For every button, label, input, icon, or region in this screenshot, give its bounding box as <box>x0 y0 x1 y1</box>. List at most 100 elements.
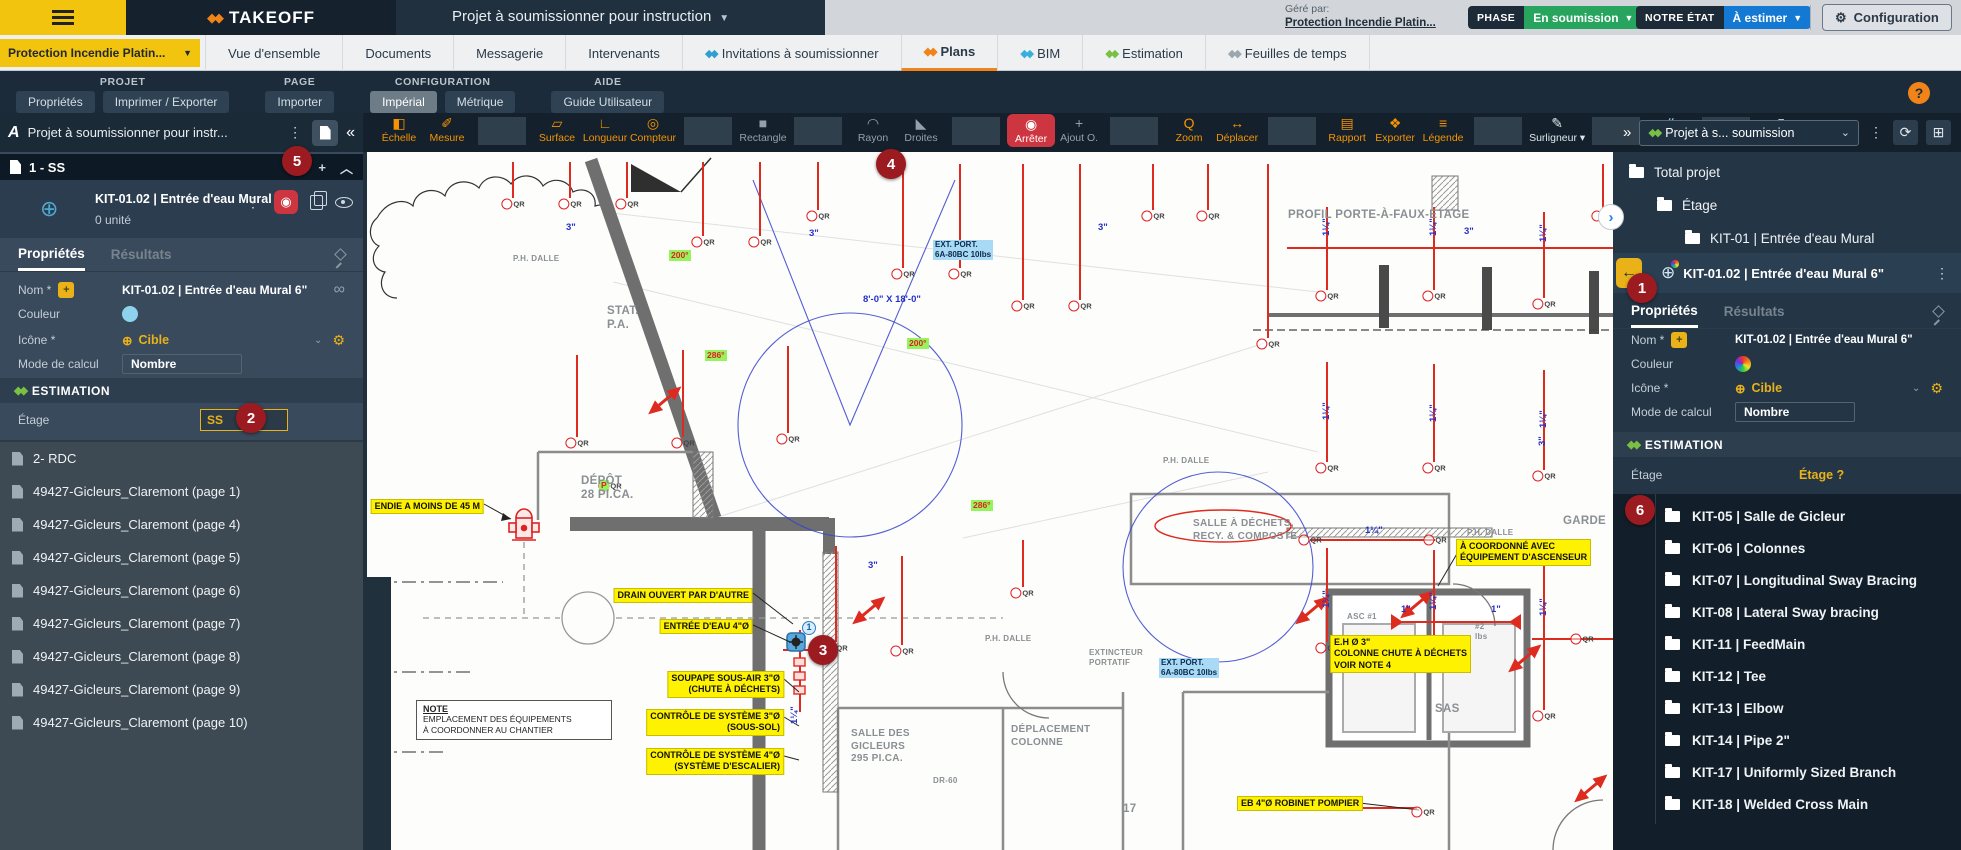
sprinkler-marker[interactable]: QR <box>1196 211 1219 222</box>
sprinkler-marker[interactable]: QR <box>1011 301 1034 312</box>
page-list-item[interactable]: 49427-Gicleurs_Claremont (page 5) <box>0 541 363 574</box>
sprinkler-marker[interactable]: QR <box>565 438 588 449</box>
sprinkler-marker[interactable]: QR <box>748 237 771 248</box>
mode-value[interactable]: Nombre <box>1735 402 1855 422</box>
tree-item[interactable]: Étage <box>1613 189 1961 222</box>
sprinkler-marker[interactable]: QR <box>1010 588 1033 599</box>
pin-icon[interactable] <box>334 248 347 261</box>
sprinkler-marker[interactable]: QR <box>501 199 524 210</box>
sprinkler-marker[interactable]: QR <box>1256 339 1279 350</box>
sprinkler-marker[interactable]: QR <box>1532 299 1555 310</box>
stop-measure-button[interactable]: ◉ <box>274 190 298 214</box>
kit-list-item[interactable]: KIT-17 | Uniformly Sized Branch <box>1613 756 1961 788</box>
sprinkler-marker[interactable]: QR <box>1422 291 1445 302</box>
eye-icon[interactable] <box>335 197 353 208</box>
kebab-menu-icon[interactable]: ⋮ <box>1933 265 1951 282</box>
page-list-item[interactable]: 49427-Gicleurs_Claremont (page 7) <box>0 607 363 640</box>
metrique-button[interactable]: Métrique <box>445 91 516 113</box>
configuration-button[interactable]: ⚙Configuration <box>1822 4 1952 31</box>
add-folder-button[interactable]: ⊞ <box>1926 120 1951 145</box>
project-title-dropdown[interactable]: Projet à soumissionner pour instruction▼ <box>452 8 729 25</box>
tree-item[interactable]: Total projet <box>1613 156 1961 189</box>
link-icon[interactable]: ∞ <box>334 281 345 299</box>
page-properties-button[interactable] <box>312 120 338 146</box>
takeoff-item-card[interactable]: ⊕ KIT-01.02 | Entrée d'eau Mural 6" 0 un… <box>0 180 363 238</box>
selected-takeoff-item[interactable]: ⊕ KIT-01.02 | Entrée d'eau Mural 6" ⋮ <box>1613 253 1961 293</box>
kit-list-item[interactable]: KIT-12 | Tee <box>1613 660 1961 692</box>
plan-canvas[interactable]: ENDIE A MOINS DE 45 MDRAIN OUVERT PAR D'… <box>363 152 1613 850</box>
mode-value[interactable]: Nombre <box>122 354 242 374</box>
sprinkler-marker[interactable]: QR <box>948 269 971 280</box>
managed-by-link[interactable]: Protection Incendie Platin... <box>1285 16 1436 30</box>
tab-resultats[interactable]: Résultats <box>1724 295 1785 328</box>
chevron-down-icon[interactable]: ⌄ <box>314 335 322 346</box>
kit-list-item[interactable]: KIT-06 | Colonnes <box>1613 532 1961 564</box>
color-swatch[interactable] <box>1735 356 1751 372</box>
collapse-panel-icon[interactable]: « <box>346 124 355 142</box>
sticky-note-icon[interactable]: + <box>1671 332 1687 348</box>
sprinkler-marker[interactable]: QR <box>1570 634 1593 645</box>
add-icon[interactable]: + <box>318 160 326 175</box>
sprinkler-marker[interactable]: QR <box>1423 535 1446 546</box>
color-swatch[interactable] <box>122 306 138 322</box>
tab-resultats[interactable]: Résultats <box>111 238 172 271</box>
sticky-note-icon[interactable]: + <box>58 282 74 298</box>
kit-list-item[interactable]: KIT-13 | Elbow <box>1613 692 1961 724</box>
sprinkler-marker[interactable]: QR <box>891 269 914 280</box>
tree-item[interactable]: KIT-01 | Entrée d'eau Mural <box>1613 222 1961 255</box>
gear-icon[interactable]: ⚙ <box>1930 380 1943 397</box>
sprinkler-marker[interactable]: QR <box>1315 463 1338 474</box>
kit-list-item[interactable]: KIT-18 | Welded Cross Main <box>1613 788 1961 820</box>
sprinkler-marker[interactable]: QR <box>890 646 913 657</box>
kebab-menu-icon[interactable]: ⋮ <box>286 124 304 141</box>
sprinkler-marker[interactable]: QR <box>776 434 799 445</box>
sprinkler-marker[interactable]: QR <box>1411 807 1434 818</box>
chevron-down-icon[interactable]: ⌄ <box>1912 383 1920 394</box>
sprinkler-marker[interactable]: QR <box>1068 301 1091 312</box>
tab-proprietes[interactable]: Propriétés <box>18 238 85 271</box>
panel-collapse-handle[interactable]: › <box>1598 204 1624 230</box>
sprinkler-marker[interactable]: QR <box>1141 211 1164 222</box>
guide-utilisateur-button[interactable]: Guide Utilisateur <box>551 91 664 113</box>
kit-list-item[interactable]: KIT-07 | Longitudinal Sway Bracing <box>1613 564 1961 596</box>
sprinkler-marker[interactable]: QR <box>558 199 581 210</box>
sprinkler-marker[interactable]: QR <box>1532 471 1555 482</box>
importer-button[interactable]: Importer <box>265 91 334 113</box>
pin-icon[interactable] <box>1932 305 1945 318</box>
page-list-item[interactable]: 49427-Gicleurs_Claremont (page 10) <box>0 706 363 739</box>
proprietes-button[interactable]: Propriétés <box>16 91 95 113</box>
estimate-selector-dropdown[interactable]: ◆◆ Projet à s... soumission ⌄ <box>1639 120 1859 146</box>
imprimer-exporter-button[interactable]: Imprimer / Exporter <box>103 91 230 113</box>
chevron-up-icon[interactable]: ︿ <box>340 158 353 177</box>
kit-list-item[interactable]: KIT-05 | Salle de Gicleur <box>1613 500 1961 532</box>
sprinkler-marker[interactable]: QR <box>671 438 694 449</box>
page-list-item[interactable]: 49427-Gicleurs_Claremont (page 6) <box>0 574 363 607</box>
phase-selector[interactable]: PHASE En soumission▼ <box>1468 6 1642 29</box>
page-list-item[interactable]: 49427-Gicleurs_Claremont (page 9) <box>0 673 363 706</box>
refresh-button[interactable]: ⟳ <box>1893 120 1918 145</box>
kit-list-item[interactable]: KIT-11 | FeedMain <box>1613 628 1961 660</box>
etage-value-link[interactable]: Étage ? <box>1799 468 1844 482</box>
page-list-item[interactable]: 49427-Gicleurs_Claremont (page 1) <box>0 475 363 508</box>
kit-list-item[interactable]: KIT-08 | Lateral Sway bracing <box>1613 596 1961 628</box>
kit-list-item[interactable]: KIT-14 | Pipe 2" <box>1613 724 1961 756</box>
page-list-item[interactable]: 2- RDC <box>0 442 363 475</box>
kebab-menu-icon[interactable]: ⋮ <box>244 194 262 211</box>
sprinkler-marker[interactable]: QR <box>615 199 638 210</box>
sprinkler-marker[interactable]: QR <box>1315 291 1338 302</box>
state-selector[interactable]: NOTRE ÉTAT À estimer▼ <box>1636 6 1811 29</box>
help-button[interactable]: ? <box>1908 82 1930 104</box>
page-list-item[interactable]: 49427-Gicleurs_Claremont (page 8) <box>0 640 363 673</box>
sprinkler-marker[interactable]: QR <box>691 237 714 248</box>
sprinkler-marker[interactable]: QR <box>806 211 829 222</box>
state-value[interactable]: À estimer▼ <box>1724 6 1812 29</box>
phase-value[interactable]: En soumission▼ <box>1524 6 1642 29</box>
kebab-menu-icon[interactable]: ⋮ <box>1867 124 1885 141</box>
sprinkler-marker[interactable]: QR <box>1298 535 1321 546</box>
hamburger-menu-button[interactable] <box>0 0 126 35</box>
gear-icon[interactable]: ⚙ <box>332 332 345 349</box>
copy-icon[interactable] <box>310 195 323 210</box>
page-list-item[interactable]: 49427-Gicleurs_Claremont (page 4) <box>0 508 363 541</box>
imperial-button[interactable]: Impérial <box>370 91 437 113</box>
expand-panel-icon[interactable]: » <box>1623 124 1631 141</box>
